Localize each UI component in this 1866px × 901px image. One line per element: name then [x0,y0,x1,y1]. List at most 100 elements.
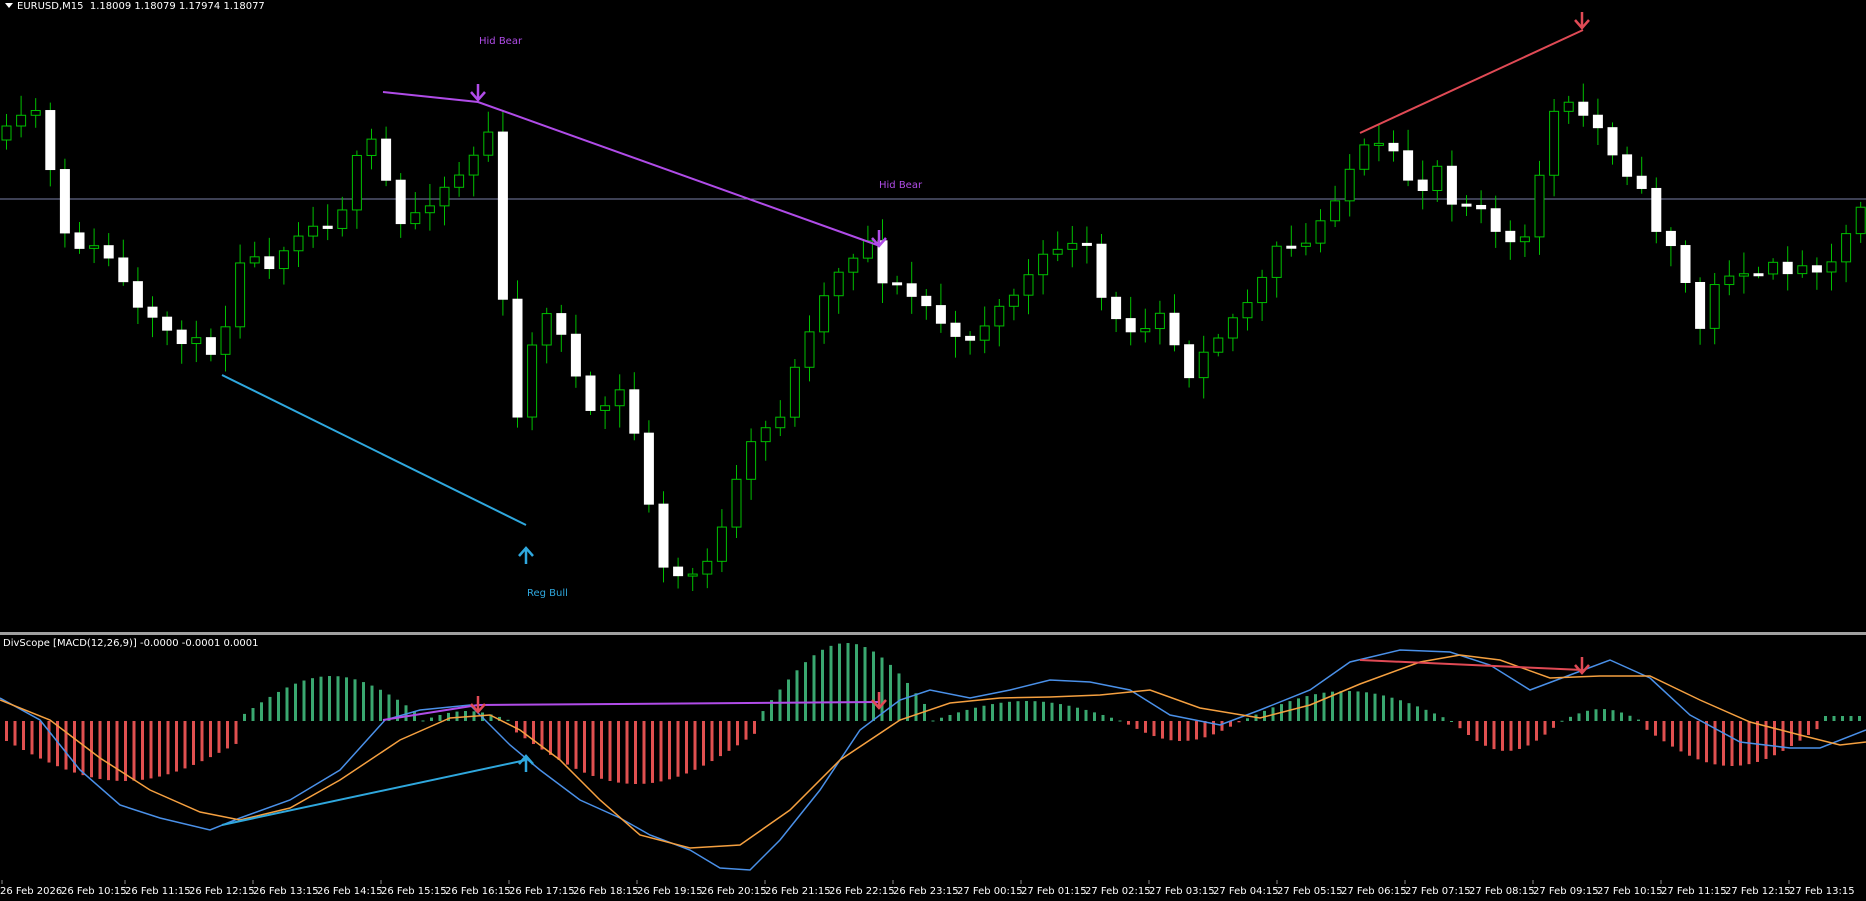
macd-histogram-bar [557,721,561,760]
macd-histogram-bar [1654,721,1657,736]
candle-body [454,174,465,188]
macd-histogram-bar [1586,710,1589,721]
macd-histogram-bar [897,673,901,721]
candle-body [789,366,800,418]
macd-histogram-bar [1390,697,1394,721]
macd-histogram-bar [1433,713,1436,721]
x-tick: 26 Feb 12:15 [189,886,255,897]
x-tick: 26 Feb 10:15 [61,886,127,897]
candle-body [59,169,70,234]
candle-body [1563,101,1574,112]
macd-histogram-bar [1526,721,1530,746]
macd-histogram-bar [863,647,867,721]
macd-histogram-bar [1186,721,1190,741]
macd-histogram-bar [1178,721,1181,741]
macd-histogram-bar [940,717,943,721]
macd-histogram-bar [1773,721,1776,756]
candle-body [775,416,786,429]
candle-body [147,306,158,318]
candle-body [1811,265,1822,273]
macd-histogram-bar [914,693,918,721]
candle-body [1344,168,1355,202]
candle-body [176,329,187,345]
macd-histogram-bar [1475,721,1479,741]
macd-histogram-bar [370,685,374,721]
candle-body [322,225,333,229]
candle-body [600,405,611,411]
macd-histogram-bar [727,721,731,751]
candle-body [1476,204,1487,210]
candle-body [906,283,917,297]
macd-histogram-bar [880,657,884,721]
candle-body [1855,206,1866,235]
macd-histogram-bar [268,696,272,721]
candle-body [220,326,231,355]
macd-histogram-bar [430,717,433,721]
candle-body [1709,284,1720,329]
macd-histogram-bar [5,721,8,741]
candle-body [1286,245,1297,249]
macd-histogram-bar [1858,716,1861,721]
macd-histogram-bar [1501,721,1504,751]
macd-histogram-bar [302,680,306,721]
macd-histogram-bar [1033,701,1037,721]
macd-histogram-bar [1832,716,1836,721]
macd-histogram-bar [353,679,357,721]
candle-body [1505,230,1516,243]
candle-body [395,179,406,225]
candle-body [1,125,12,141]
macd-histogram-bar [319,676,323,721]
candle-body [1023,274,1034,296]
macd-histogram-bar [1637,719,1640,721]
macd-histogram-bar [574,721,578,769]
macd-histogram-bar [1467,721,1470,735]
signal-line [0,654,1866,849]
indicator-header: DivScope [MACD(12,26,9)] -0.0000 -0.0001… [3,638,259,649]
macd-histogram-bar [1339,691,1343,721]
candle-body [746,441,757,480]
x-tick: 27 Feb 10:15 [1597,886,1663,897]
macd-histogram-bar [1042,701,1045,721]
candle-body [45,110,56,171]
macd-histogram-bar [311,678,314,721]
macd-histogram-bar [1084,709,1088,721]
candle-body [965,335,976,341]
candle-body [716,526,727,562]
reg-bear-divergence-line [1359,659,1584,671]
candle-body [483,131,494,156]
macd-histogram-bar [455,711,459,721]
x-tick: 26 Feb 15:15 [381,886,447,897]
candle-body [731,478,742,528]
candle-body [235,262,246,328]
macd-histogram-bar [141,721,144,780]
candle-body [614,389,625,407]
dropdown-triangle-icon[interactable] [5,3,13,8]
macd-histogram-bar [1450,721,1453,722]
macd-histogram-bar [625,721,629,784]
candle-body [381,138,392,181]
pane-separator[interactable] [0,632,1866,635]
macd-histogram-bar [1535,721,1538,741]
macd-histogram-bar [1246,718,1249,721]
candle-body [1549,110,1560,176]
macd-histogram-bar [13,721,17,746]
macd-histogram-bar [1237,721,1241,723]
macd-histogram-bar [1577,713,1581,721]
candle-body [527,344,538,418]
macd-histogram-bar [285,687,289,721]
candle-body [687,573,698,577]
candle-body [1140,328,1151,333]
macd-histogram-bar [889,664,892,721]
macd-histogram-bar [1144,721,1147,733]
macd-histogram-bar [1628,715,1632,721]
candle-body [1330,200,1341,222]
candle-body [1081,242,1092,246]
candle-body [1169,312,1180,346]
hid-bear-divergence-line [382,91,881,247]
macd-histogram-bar [1373,693,1377,721]
macd-histogram-bar [1603,709,1606,721]
macd-histogram-bar [1195,721,1198,740]
macd-histogram-bar [1662,721,1666,742]
chart-canvas[interactable] [0,0,1866,901]
candle-body [1096,243,1107,298]
